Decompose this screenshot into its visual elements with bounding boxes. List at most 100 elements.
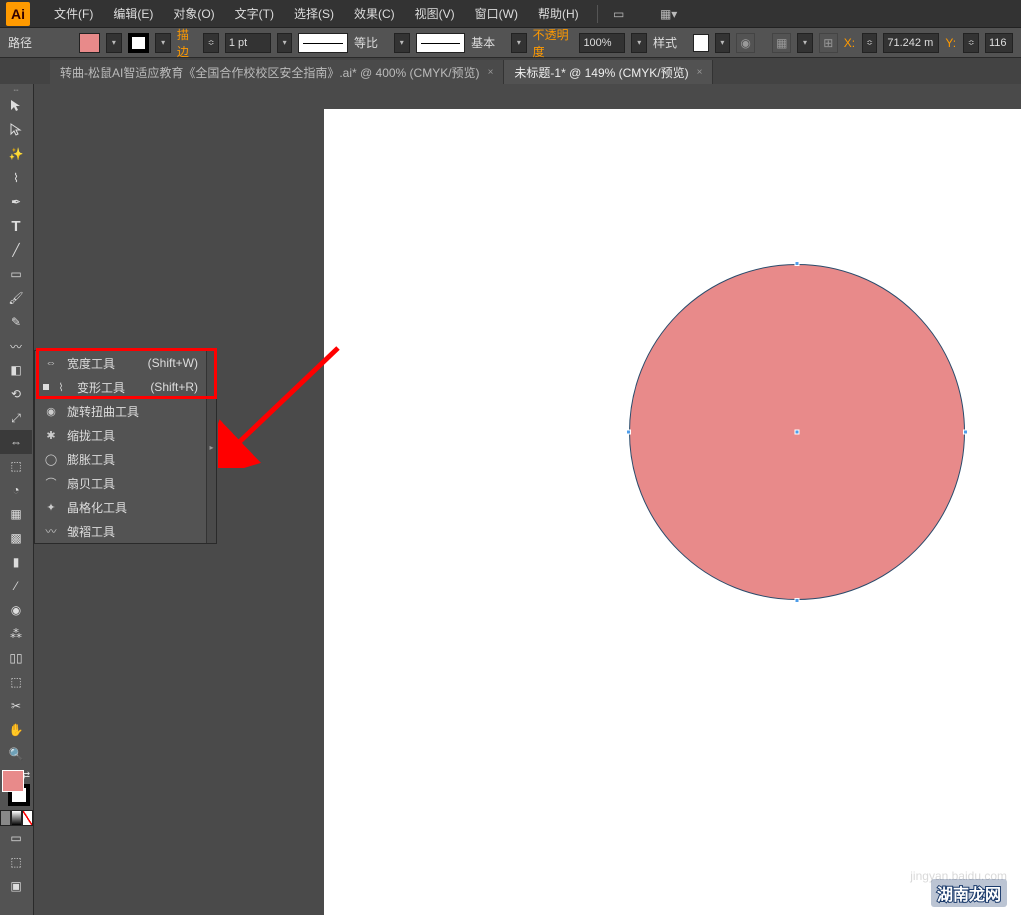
stroke-stepper[interactable]: ≎ — [203, 33, 219, 53]
anchor-point[interactable] — [795, 598, 800, 603]
anchor-point[interactable] — [963, 430, 968, 435]
blob-brush-tool[interactable]: 〰 — [0, 334, 32, 358]
align-icon[interactable]: ▦ — [772, 33, 791, 53]
recolor-icon[interactable]: ◉ — [736, 33, 755, 53]
magic-wand-tool[interactable]: ✨ — [0, 142, 32, 166]
center-point[interactable] — [795, 430, 800, 435]
artboard-tool[interactable]: ⬚ — [0, 670, 32, 694]
stroke-swatch[interactable] — [128, 33, 150, 53]
menu-object[interactable]: 对象(O) — [165, 1, 222, 26]
fill-stroke-swatches[interactable]: ⇄ — [0, 770, 32, 806]
lasso-tool[interactable]: ⌇ — [0, 166, 32, 190]
mode-none[interactable] — [22, 810, 33, 826]
brush-preview[interactable] — [416, 33, 466, 53]
width-tool-icon: ⇔ — [43, 355, 59, 371]
pen-tool[interactable]: ✒ — [0, 190, 32, 214]
screen-mode-present[interactable]: ▣ — [0, 874, 32, 898]
flyout-label: 膨胀工具 — [67, 451, 115, 468]
shape-builder-tool[interactable]: ◔ — [0, 478, 32, 502]
profile-dropdown[interactable]: ▾ — [394, 33, 410, 53]
warp-tool-icon: ⌇ — [53, 379, 69, 395]
blend-tool[interactable]: ◉ — [0, 598, 32, 622]
column-graph-tool[interactable]: ▯▯ — [0, 646, 32, 670]
zoom-tool[interactable]: 🔍 — [0, 742, 32, 766]
selection-tool[interactable] — [0, 94, 32, 118]
stroke-weight-dropdown[interactable]: ▾ — [277, 33, 293, 53]
flyout-pucker-tool[interactable]: ✱ 缩拢工具 — [35, 423, 206, 447]
y-stepper[interactable]: ≎ — [963, 33, 979, 53]
fill-color[interactable] — [2, 770, 24, 792]
opacity-dropdown[interactable]: ▾ — [631, 33, 647, 53]
scale-tool[interactable]: ⤢ — [0, 406, 32, 430]
fill-dropdown[interactable]: ▾ — [106, 33, 122, 53]
rotate-tool[interactable]: ⟲ — [0, 382, 32, 406]
flyout-bloat-tool[interactable]: ◯ 膨胀工具 — [35, 447, 206, 471]
screen-mode-full[interactable]: ⬚ — [0, 850, 32, 874]
color-mode-row — [0, 810, 33, 826]
menu-help[interactable]: 帮助(H) — [530, 1, 587, 26]
stroke-weight-input[interactable] — [225, 33, 271, 53]
x-stepper[interactable]: ≎ — [862, 33, 878, 53]
opacity-label[interactable]: 不透明度 — [533, 26, 574, 60]
flyout-scallop-tool[interactable]: ⌒ 扇贝工具 — [35, 471, 206, 495]
mesh-tool[interactable]: ▩ — [0, 526, 32, 550]
align-dropdown[interactable]: ▾ — [797, 33, 813, 53]
flyout-label: 皱褶工具 — [67, 523, 115, 540]
style-dropdown[interactable]: ▾ — [715, 33, 731, 53]
width-tool[interactable]: ⇔ — [0, 430, 32, 454]
opacity-input[interactable] — [579, 33, 625, 53]
pencil-tool[interactable]: ✎ — [0, 310, 32, 334]
flyout-twirl-tool[interactable]: ◉ 旋转扭曲工具 — [35, 399, 206, 423]
menu-file[interactable]: 文件(F) — [46, 1, 101, 26]
flyout-width-tool[interactable]: ⇔ 宽度工具 (Shift+W) — [35, 351, 206, 375]
tab-close-icon[interactable]: × — [697, 67, 703, 78]
menu-view[interactable]: 视图(V) — [407, 1, 463, 26]
flyout-tearoff-handle[interactable]: ▸ — [206, 351, 216, 543]
x-input[interactable] — [883, 33, 939, 53]
arrange-icon[interactable]: ▦▾ — [658, 5, 680, 23]
direct-selection-tool[interactable] — [0, 118, 32, 142]
eyedropper-tool[interactable]: ⁄ — [0, 574, 32, 598]
menu-select[interactable]: 选择(S) — [286, 1, 342, 26]
flyout-crystallize-tool[interactable]: ✦ 晶格化工具 — [35, 495, 206, 519]
stroke-profile-preview[interactable] — [298, 33, 348, 53]
paintbrush-tool[interactable]: 🖌 — [0, 286, 32, 310]
type-tool[interactable]: T — [0, 214, 32, 238]
menu-window[interactable]: 窗口(W) — [467, 1, 526, 26]
doc-layout-icon[interactable]: ▭ — [608, 5, 630, 23]
document-tab[interactable]: 转曲-松鼠AI智适应教育《全国合作校校区安全指南》.ai* @ 400% (CM… — [50, 60, 504, 84]
watermark-brand: Baidu 经验 — [885, 833, 1007, 865]
fill-swatch[interactable] — [79, 33, 100, 53]
menu-effect[interactable]: 效果(C) — [346, 1, 403, 26]
anchor-point[interactable] — [795, 261, 800, 266]
menu-edit[interactable]: 编辑(E) — [105, 1, 161, 26]
y-input[interactable] — [985, 33, 1013, 53]
eraser-tool[interactable]: ◧ — [0, 358, 32, 382]
gradient-tool[interactable]: ▮ — [0, 550, 32, 574]
stroke-label[interactable]: 描边 — [177, 26, 197, 60]
panel-grip[interactable]: ┅ — [0, 86, 32, 94]
symbol-sprayer-tool[interactable]: ⁂ — [0, 622, 32, 646]
ellipse-shape[interactable] — [629, 264, 965, 600]
mode-gradient[interactable] — [11, 810, 22, 826]
stroke-dropdown[interactable]: ▾ — [155, 33, 171, 53]
rectangle-tool[interactable]: ▭ — [0, 262, 32, 286]
flyout-label: 变形工具 — [77, 379, 125, 396]
screen-mode-normal[interactable]: ▭ — [0, 826, 32, 850]
hand-tool[interactable]: ✋ — [0, 718, 32, 742]
transform-anchor-icon[interactable]: ⊞ — [819, 33, 838, 53]
flyout-shortcut: (Shift+W) — [148, 356, 198, 370]
perspective-grid-tool[interactable]: ▦ — [0, 502, 32, 526]
style-swatch[interactable] — [693, 34, 709, 52]
mode-color[interactable] — [0, 810, 11, 826]
anchor-point[interactable] — [626, 430, 631, 435]
brush-dropdown[interactable]: ▾ — [511, 33, 527, 53]
menu-type[interactable]: 文字(T) — [227, 1, 282, 26]
flyout-wrinkle-tool[interactable]: 〰 皱褶工具 — [35, 519, 206, 543]
tab-close-icon[interactable]: × — [488, 67, 494, 78]
line-tool[interactable]: ╱ — [0, 238, 32, 262]
document-tab-active[interactable]: 未标题-1* @ 149% (CMYK/预览) × — [504, 60, 713, 84]
free-transform-tool[interactable]: ⬚ — [0, 454, 32, 478]
slice-tool[interactable]: ✂ — [0, 694, 32, 718]
flyout-warp-tool[interactable]: ⌇ 变形工具 (Shift+R) — [35, 375, 206, 399]
